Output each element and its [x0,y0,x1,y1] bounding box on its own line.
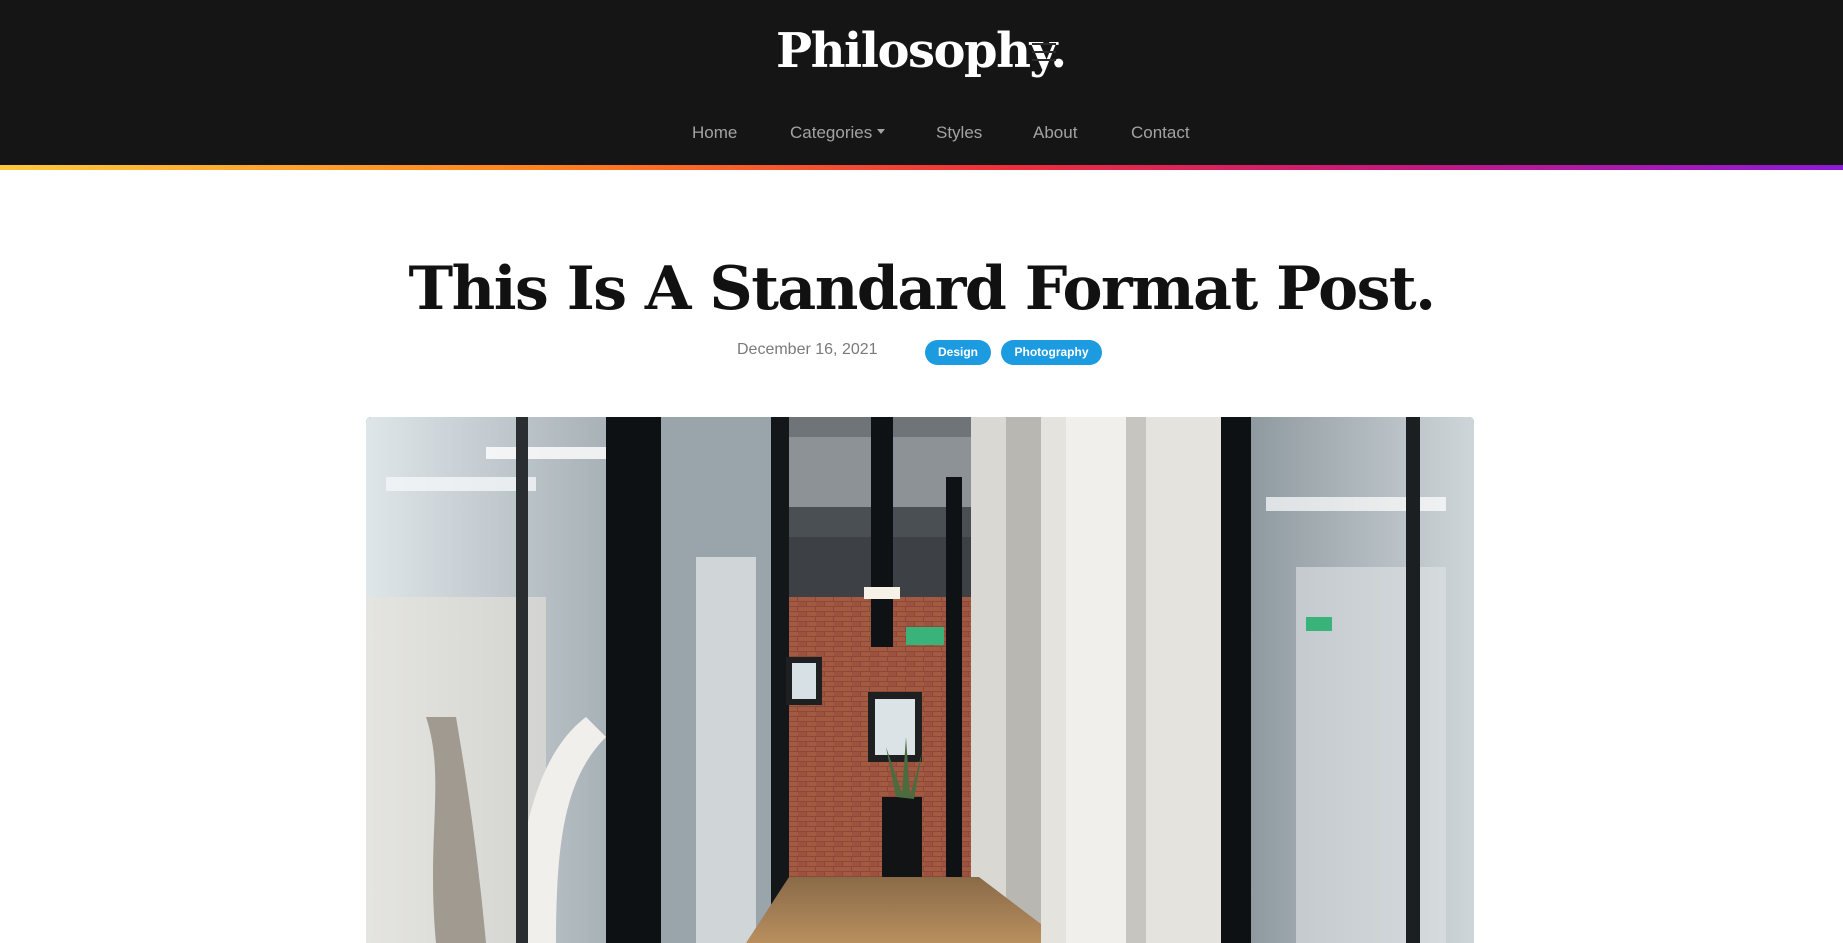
header-accent-gradient-bar [0,165,1843,170]
site-logo[interactable]: Philosophy. [776,18,1067,84]
tag-design[interactable]: Design [925,340,991,365]
nav-item-categories-label: Categories [790,123,873,142]
hamburger-menu-icon[interactable] [1032,41,1056,63]
nav-item-home[interactable]: Home [692,120,737,146]
nav-item-categories[interactable]: Categories [790,120,886,146]
site-header: Philosophy. Home Categories Styles About… [0,0,1843,165]
post-title: This Is A Standard Format Post. [408,254,1436,324]
main-nav: Home Categories Styles About Contact [0,120,1843,146]
caret-down-icon [877,129,886,135]
nav-item-styles[interactable]: Styles [936,120,982,146]
nav-item-contact[interactable]: Contact [1131,120,1190,146]
nav-item-about[interactable]: About [1033,120,1077,146]
featured-image [366,417,1474,943]
tag-photography[interactable]: Photography [1001,340,1102,365]
post-date: December 16, 2021 [737,341,878,358]
